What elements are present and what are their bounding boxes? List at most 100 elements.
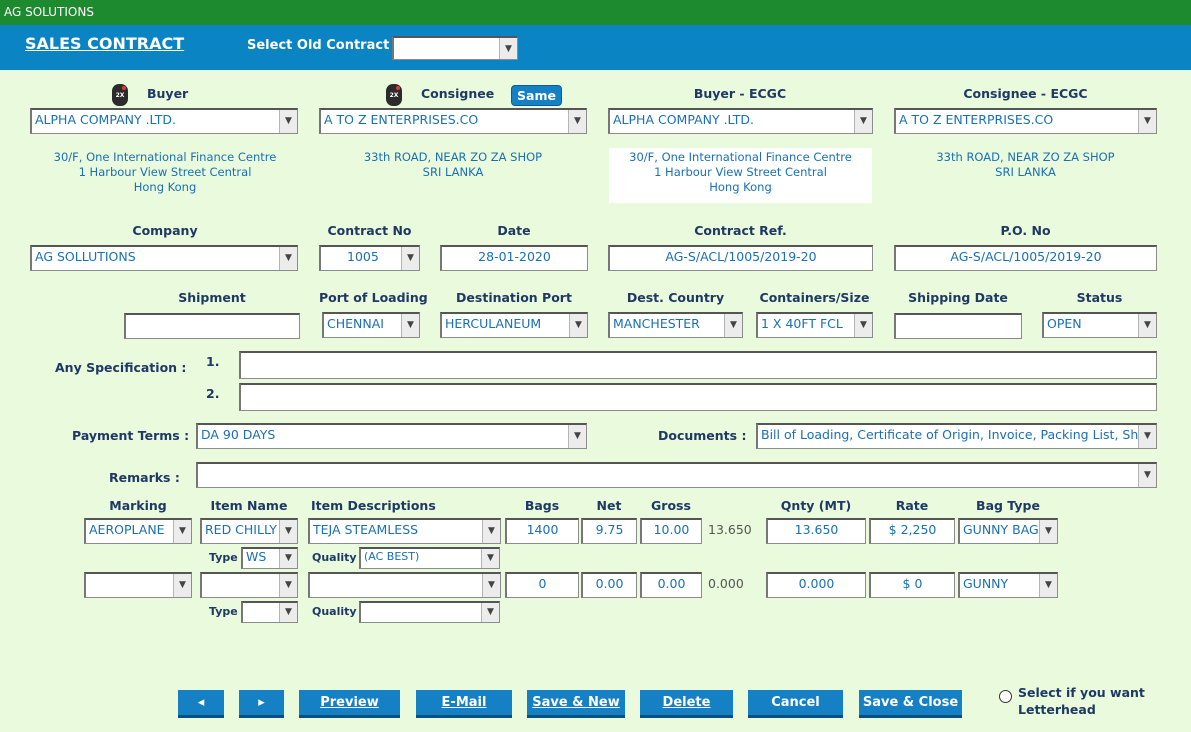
preview-button[interactable]: Preview [299,690,400,717]
chevron-down-icon[interactable]: ▼ [854,314,872,337]
row1-bag-type-select[interactable]: GUNNY BAGS ▼ [958,518,1058,544]
dest-country-select[interactable]: MANCHESTER ▼ [608,312,743,338]
row1-marking-select[interactable]: AEROPLANE ▼ [84,518,192,544]
chevron-down-icon[interactable]: ▼ [854,110,872,133]
containers-select[interactable]: 1 X 40FT FCL ▼ [756,312,873,338]
chevron-down-icon[interactable]: ▼ [401,247,419,270]
row1-bags-field[interactable]: 1400 [505,518,579,544]
row1-rate-field[interactable]: $ 2,250 [869,518,955,544]
consignee-label: Consignee [421,86,495,101]
chevron-down-icon[interactable]: ▼ [568,110,586,133]
chevron-down-icon[interactable]: ▼ [1138,110,1156,133]
chevron-down-icon[interactable]: ▼ [481,603,499,622]
chevron-down-icon[interactable]: ▼ [1138,464,1156,487]
row2-item-name-select[interactable]: ▼ [200,572,298,598]
shipping-date-field[interactable] [894,313,1022,339]
specification-number-1: 1. [206,354,220,369]
chevron-down-icon[interactable]: ▼ [279,549,297,568]
row2-net-field[interactable]: 0.00 [581,572,637,598]
row1-gross-field[interactable]: 10.00 [640,518,702,544]
chevron-down-icon[interactable]: ▼ [482,574,500,597]
row2-rate-field[interactable]: $ 0 [869,572,955,598]
item-desc-header: Item Descriptions [311,498,436,513]
chevron-down-icon[interactable]: ▼ [1039,574,1057,597]
contract-ref-field[interactable]: AG-S/ACL/1005/2019-20 [608,245,873,271]
row2-marking-select[interactable]: ▼ [84,572,192,598]
consignee-ecgc-address: 33th ROAD, NEAR ZO ZA SHOP SRI LANKA [936,150,1115,179]
specification-line-1[interactable] [239,351,1157,379]
contract-no-select[interactable]: 1005 ▼ [319,245,420,271]
chevron-down-icon[interactable]: ▼ [1138,314,1156,337]
letterhead-radio[interactable] [999,690,1012,703]
buyer-lookup-icon[interactable]: 2X [112,84,128,106]
same-button[interactable]: Same [511,85,562,106]
buyer-label: Buyer [147,86,189,101]
row2-bag-type-select[interactable]: GUNNY ▼ [958,572,1058,598]
email-button[interactable]: E-Mail [416,690,512,717]
date-field[interactable]: 28-01-2020 [440,245,588,271]
row2-quality-label: Quality [312,605,357,618]
old-contract-label: Select Old Contract : [247,38,400,53]
row1-net-field[interactable]: 9.75 [581,518,637,544]
row2-quality-select[interactable]: ▼ [359,601,500,623]
arrow-right-icon: ▸ [258,695,265,710]
port-of-loading-select[interactable]: CHENNAI ▼ [322,312,420,338]
row2-bags-field[interactable]: 0 [505,572,579,598]
consignee-lookup-icon[interactable]: 2X [386,84,402,106]
chevron-down-icon[interactable]: ▼ [279,247,297,270]
row1-quality-select[interactable]: (AC BEST) ▼ [359,547,500,569]
chevron-down-icon[interactable]: ▼ [279,574,297,597]
save-new-button[interactable]: Save & New [527,690,625,717]
qnty-header: Qnty (MT) [780,498,852,513]
company-select[interactable]: AG SOLLUTIONS ▼ [30,245,298,271]
chevron-down-icon[interactable]: ▼ [1138,425,1156,448]
old-contract-select[interactable]: ▼ [392,36,518,60]
shipment-field[interactable] [124,313,300,339]
consignee-select[interactable]: A TO Z ENTERPRISES.CO ▼ [319,108,587,134]
chevron-down-icon[interactable]: ▼ [173,574,191,597]
destination-port-select[interactable]: HERCULANEUM ▼ [440,312,588,338]
row2-gross-field[interactable]: 0.00 [640,572,702,598]
po-no-field[interactable]: AG-S/ACL/1005/2019-20 [894,245,1157,271]
cancel-button[interactable]: Cancel [748,690,843,717]
chevron-down-icon[interactable]: ▼ [481,549,499,568]
consignee-ecgc-label: Consignee - ECGC [963,86,1088,101]
chevron-down-icon[interactable]: ▼ [279,110,297,133]
chevron-down-icon[interactable]: ▼ [401,314,419,337]
documents-select[interactable]: Bill of Loading, Certificate of Origin, … [756,423,1157,449]
row1-quality-label: Quality [312,551,357,564]
row1-type-select[interactable]: WS ▼ [241,547,298,569]
buyer-ecgc-select[interactable]: ALPHA COMPANY .LTD. ▼ [608,108,873,134]
delete-button[interactable]: Delete [640,690,733,717]
chevron-down-icon[interactable]: ▼ [279,603,297,622]
row1-item-desc-select[interactable]: TEJA STEAMLESS ▼ [308,518,501,544]
row2-qnty-field[interactable]: 0.000 [766,572,866,598]
chevron-down-icon[interactable]: ▼ [173,520,191,543]
specification-line-2[interactable] [239,383,1157,411]
remarks-select[interactable]: ▼ [196,462,1157,488]
chevron-down-icon[interactable]: ▼ [1039,520,1057,543]
gross-header: Gross [651,498,691,513]
row1-item-name-select[interactable]: RED CHILLY ▼ [200,518,298,544]
next-record-button[interactable]: ▸ [239,690,284,717]
consignee-address: 33th ROAD, NEAR ZO ZA SHOP SRI LANKA [363,150,543,179]
status-select[interactable]: OPEN ▼ [1042,312,1157,338]
chevron-down-icon[interactable]: ▼ [482,520,500,543]
consignee-ecgc-select[interactable]: A TO Z ENTERPRISES.CO ▼ [894,108,1157,134]
payment-terms-select[interactable]: DA 90 DAYS ▼ [196,423,587,449]
buyer-ecgc-address[interactable]: 30/F, One International Finance Centre 1 … [609,148,872,203]
previous-record-button[interactable]: ◂ [178,690,224,717]
chevron-down-icon[interactable]: ▼ [279,520,297,543]
chevron-down-icon[interactable]: ▼ [724,314,742,337]
buyer-select[interactable]: ALPHA COMPANY .LTD. ▼ [30,108,298,134]
row1-qnty-field[interactable]: 13.650 [766,518,866,544]
marking-header: Marking [109,498,167,513]
save-close-button[interactable]: Save & Close [859,690,962,717]
chevron-down-icon[interactable]: ▼ [569,314,587,337]
shipping-date-label: Shipping Date [908,290,1008,305]
chevron-down-icon[interactable]: ▼ [568,425,586,448]
chevron-down-icon[interactable]: ▼ [499,38,517,59]
row2-item-desc-select[interactable]: ▼ [308,572,501,598]
po-no-label: P.O. No [1000,223,1051,238]
row2-type-select[interactable]: ▼ [241,601,298,623]
